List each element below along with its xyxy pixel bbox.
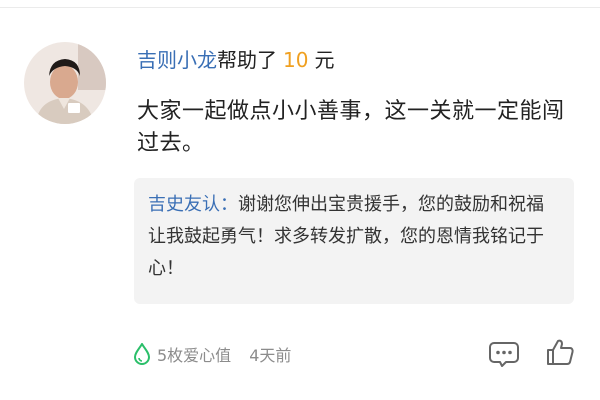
reply-author[interactable]: 吉史友认 bbox=[148, 194, 220, 215]
comment-footer: 5枚爱心值 4天前 bbox=[133, 339, 291, 369]
reply-separator: ： bbox=[220, 194, 238, 215]
donation-comment-card: 吉则小龙帮助了 10 元 大家一起做点小小善事，这一关就一定能闯过去。 吉史友认：谢… bbox=[0, 0, 600, 400]
donation-amount: 10 bbox=[283, 48, 309, 72]
top-divider bbox=[0, 7, 600, 8]
love-value: 5枚爱心值 bbox=[157, 346, 232, 365]
comment-text: 大家一起做点小小善事，这一关就一定能闯过去。 bbox=[137, 99, 565, 156]
donor-name[interactable]: 吉则小龙 bbox=[137, 48, 217, 72]
avatar[interactable] bbox=[24, 42, 106, 124]
reply-box: 吉史友认：谢谢您伸出宝贵援手，您的鼓励和祝福让我鼓起勇气！求多转发扩散，您的恩情… bbox=[134, 178, 574, 304]
currency-unit: 元 bbox=[314, 48, 335, 72]
green-drop-icon bbox=[133, 343, 151, 365]
donation-line: 吉则小龙帮助了 10 元 bbox=[137, 44, 334, 76]
comment-bubble-icon[interactable] bbox=[488, 340, 520, 368]
thumbs-up-icon[interactable] bbox=[545, 337, 575, 367]
time-ago: 4天前 bbox=[249, 346, 292, 365]
helped-text: 帮助了 bbox=[217, 48, 277, 72]
